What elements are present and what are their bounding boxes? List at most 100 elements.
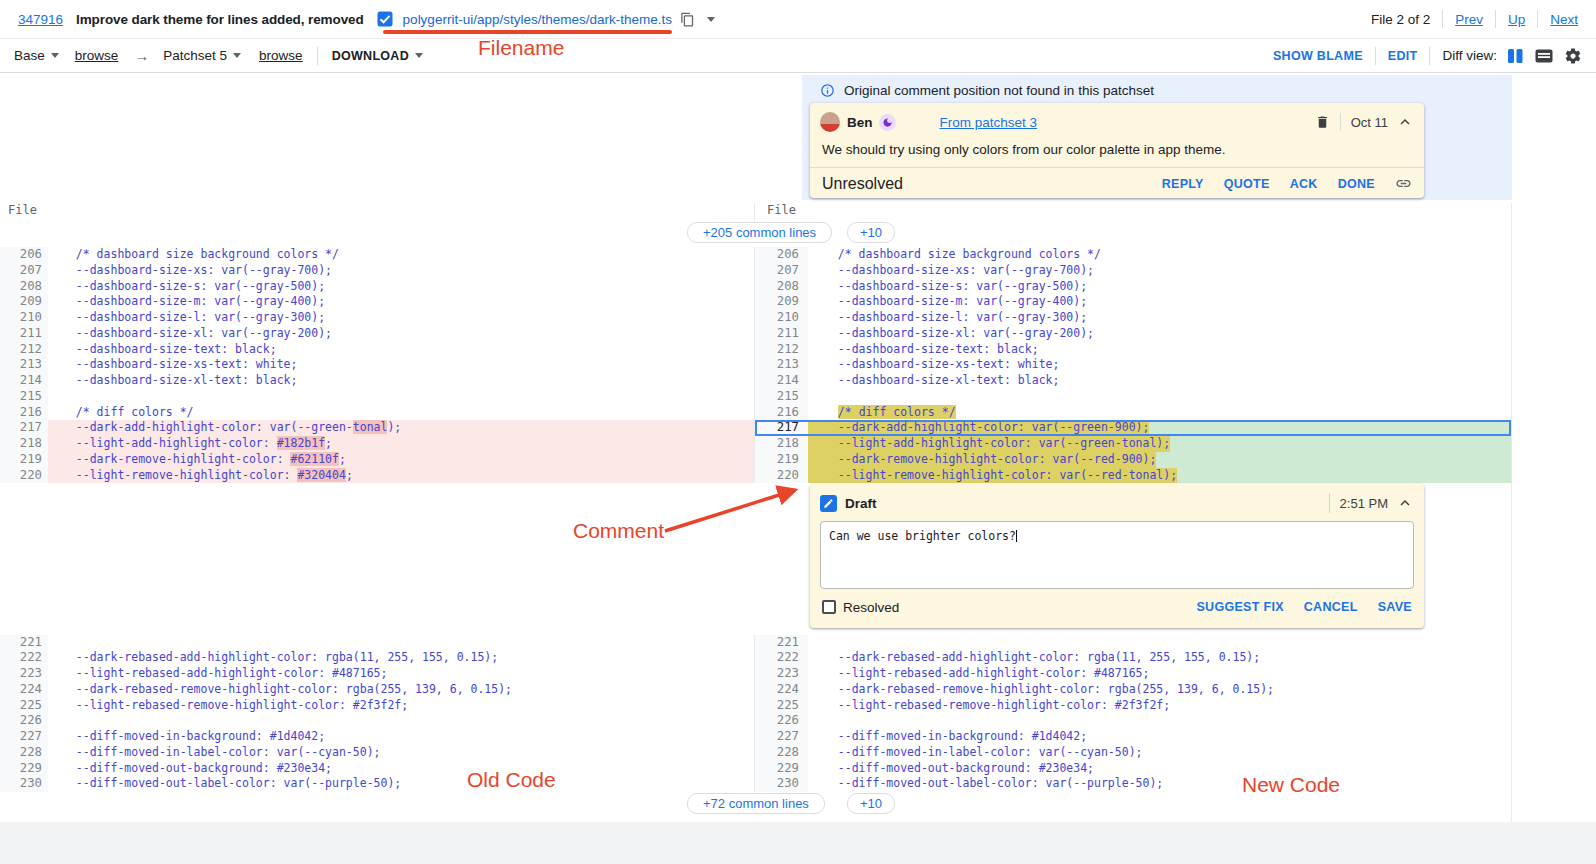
draft-text-input[interactable]: Can we use brighter colors? bbox=[820, 521, 1414, 589]
line-number[interactable]: 208 bbox=[0, 279, 48, 295]
line-number[interactable]: 213 bbox=[755, 357, 808, 373]
code-line[interactable]: --light-rebased-remove-highlight-color: … bbox=[808, 698, 1511, 714]
code-line[interactable]: --dark-add-highlight-color: var(--green-… bbox=[808, 420, 1511, 436]
line-number[interactable]: 215 bbox=[755, 389, 808, 405]
code-line[interactable]: --light-rebased-add-highlight-color: #48… bbox=[808, 666, 1511, 682]
collapse-icon[interactable] bbox=[1396, 494, 1414, 512]
line-number[interactable]: 220 bbox=[755, 468, 808, 484]
line-number[interactable]: 206 bbox=[755, 247, 808, 263]
unified-view-icon[interactable] bbox=[1535, 48, 1553, 64]
line-number[interactable]: 214 bbox=[755, 373, 808, 389]
copy-link-icon[interactable] bbox=[1395, 175, 1412, 192]
code-line[interactable]: --dashboard-size-xs: var(--gray-700); bbox=[48, 263, 754, 279]
code-line[interactable] bbox=[808, 635, 1511, 651]
line-number[interactable]: 217 bbox=[755, 420, 808, 436]
download-button[interactable]: DOWNLOAD bbox=[332, 49, 423, 63]
line-number[interactable]: 210 bbox=[755, 310, 808, 326]
next-file-link[interactable]: Next bbox=[1550, 12, 1578, 27]
expand-lines-button[interactable]: +10 bbox=[847, 222, 895, 243]
line-number[interactable]: 209 bbox=[755, 294, 808, 310]
line-number[interactable]: 221 bbox=[0, 635, 48, 651]
code-line[interactable]: --dashboard-size-xl-text: black; bbox=[808, 373, 1511, 389]
code-line[interactable]: /* diff colors */ bbox=[48, 405, 754, 421]
code-line[interactable]: --dark-rebased-remove-highlight-color: r… bbox=[808, 682, 1511, 698]
line-number[interactable]: 209 bbox=[0, 294, 48, 310]
line-number[interactable]: 229 bbox=[0, 761, 48, 777]
reply-button[interactable]: REPLY bbox=[1162, 177, 1204, 191]
code-line[interactable]: --dashboard-size-m: var(--gray-400); bbox=[808, 294, 1511, 310]
from-patchset-link[interactable]: From patchset 3 bbox=[940, 115, 1038, 130]
line-number[interactable]: 219 bbox=[755, 452, 808, 468]
line-number[interactable]: 206 bbox=[0, 247, 48, 263]
code-line[interactable] bbox=[48, 635, 754, 651]
line-number[interactable]: 214 bbox=[0, 373, 48, 389]
copy-icon[interactable] bbox=[680, 12, 695, 27]
line-number[interactable]: 225 bbox=[0, 698, 48, 714]
code-line[interactable]: --diff-moved-in-label-color: var(--cyan-… bbox=[48, 745, 754, 761]
line-number[interactable]: 226 bbox=[755, 713, 808, 729]
line-number[interactable]: 227 bbox=[755, 729, 808, 745]
line-number[interactable]: 222 bbox=[755, 650, 808, 666]
patchset-dropdown[interactable]: Patchset 5 bbox=[163, 48, 241, 63]
line-number[interactable]: 228 bbox=[755, 745, 808, 761]
line-number[interactable]: 222 bbox=[0, 650, 48, 666]
code-line[interactable]: /* dashboard size background colors */ bbox=[48, 247, 754, 263]
code-line[interactable]: --dark-remove-highlight-color: var(--red… bbox=[808, 452, 1511, 468]
reviewed-checkbox[interactable] bbox=[377, 11, 393, 27]
code-line[interactable]: --dashboard-size-xl-text: black; bbox=[48, 373, 754, 389]
line-number[interactable]: 210 bbox=[0, 310, 48, 326]
line-number[interactable]: 230 bbox=[755, 776, 808, 792]
code-line[interactable]: --dashboard-size-m: var(--gray-400); bbox=[48, 294, 754, 310]
code-line[interactable]: --dashboard-size-xl: var(--gray-200); bbox=[48, 326, 754, 342]
code-line[interactable]: --diff-moved-out-background: #230e34; bbox=[48, 761, 754, 777]
expand-lines-button[interactable]: +205 common lines bbox=[687, 222, 832, 243]
line-number[interactable]: 223 bbox=[755, 666, 808, 682]
code-line[interactable]: --light-remove-highlight-color: #320404; bbox=[48, 468, 754, 484]
line-number[interactable]: 220 bbox=[0, 468, 48, 484]
code-line[interactable]: --diff-moved-out-background: #230e34; bbox=[808, 761, 1511, 777]
line-number[interactable]: 216 bbox=[0, 405, 48, 421]
code-line[interactable]: --dashboard-size-l: var(--gray-300); bbox=[808, 310, 1511, 326]
line-number[interactable]: 208 bbox=[755, 279, 808, 295]
line-number[interactable]: 227 bbox=[0, 729, 48, 745]
settings-gear-icon[interactable] bbox=[1564, 47, 1582, 65]
line-number[interactable]: 207 bbox=[755, 263, 808, 279]
code-line[interactable]: --dashboard-size-xs: var(--gray-700); bbox=[808, 263, 1511, 279]
show-blame-button[interactable]: SHOW BLAME bbox=[1273, 49, 1363, 63]
suggest-fix-button[interactable]: SUGGEST FIX bbox=[1196, 600, 1283, 614]
code-line[interactable]: --dark-rebased-add-highlight-color: rgba… bbox=[48, 650, 754, 666]
code-line[interactable] bbox=[48, 389, 754, 405]
expand-lines-button[interactable]: +72 common lines bbox=[687, 793, 825, 814]
line-number[interactable]: 215 bbox=[0, 389, 48, 405]
file-dropdown-caret[interactable] bbox=[707, 17, 715, 22]
line-number[interactable]: 224 bbox=[0, 682, 48, 698]
line-number[interactable]: 226 bbox=[0, 713, 48, 729]
up-link[interactable]: Up bbox=[1508, 12, 1525, 27]
line-number[interactable]: 219 bbox=[0, 452, 48, 468]
line-number[interactable]: 211 bbox=[755, 326, 808, 342]
code-line[interactable]: --dashboard-size-text: black; bbox=[808, 342, 1511, 358]
code-line[interactable]: --light-rebased-add-highlight-color: #48… bbox=[48, 666, 754, 682]
code-line[interactable]: --dashboard-size-xs-text: white; bbox=[48, 357, 754, 373]
resolved-checkbox[interactable] bbox=[822, 600, 836, 614]
line-number[interactable]: 212 bbox=[0, 342, 48, 358]
code-line[interactable]: --dashboard-size-xl: var(--gray-200); bbox=[808, 326, 1511, 342]
line-number[interactable]: 221 bbox=[755, 635, 808, 651]
code-line[interactable]: --light-remove-highlight-color: var(--re… bbox=[808, 468, 1511, 484]
code-line[interactable] bbox=[48, 713, 754, 729]
line-number[interactable]: 212 bbox=[755, 342, 808, 358]
line-number[interactable]: 229 bbox=[755, 761, 808, 777]
code-line[interactable]: --dashboard-size-xs-text: white; bbox=[808, 357, 1511, 373]
change-number-link[interactable]: 347916 bbox=[18, 12, 63, 27]
line-number[interactable]: 218 bbox=[755, 436, 808, 452]
code-line[interactable]: --diff-moved-out-label-color: var(--purp… bbox=[808, 776, 1511, 792]
code-line[interactable]: --light-add-highlight-color: var(--green… bbox=[808, 436, 1511, 452]
line-number[interactable]: 223 bbox=[0, 666, 48, 682]
line-number[interactable]: 216 bbox=[755, 405, 808, 421]
code-line[interactable]: --diff-moved-out-label-color: var(--purp… bbox=[48, 776, 754, 792]
code-line[interactable]: --dark-add-highlight-color: var(--green-… bbox=[48, 420, 754, 436]
collapse-icon[interactable] bbox=[1396, 113, 1414, 131]
line-number[interactable]: 218 bbox=[0, 436, 48, 452]
edit-button[interactable]: EDIT bbox=[1388, 49, 1418, 63]
code-line[interactable]: --dark-rebased-add-highlight-color: rgba… bbox=[808, 650, 1511, 666]
